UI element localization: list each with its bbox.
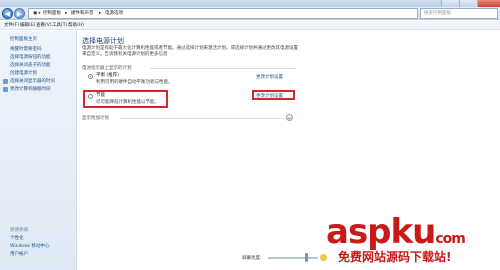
see-also-user-accounts[interactable]: 用户帐户 xyxy=(10,252,28,258)
sidebar-link-display-off[interactable]: 选择关闭显示器的时间 xyxy=(10,79,55,85)
breadcrumb-power-options[interactable]: 电源选项 xyxy=(105,10,123,17)
sidebar-link-lid-close[interactable]: 选择关闭盖子的功能 xyxy=(10,63,51,69)
control-panel-icon: ▣ ▸ xyxy=(33,11,41,16)
back-arrow-icon[interactable]: ◀ xyxy=(2,8,13,19)
search-input[interactable]: 搜索控制面板 xyxy=(420,8,498,19)
menu-bar: 文件(F) 编辑(E) 查看(V) 工具(T) 帮助(H) xyxy=(0,21,500,30)
see-also-heading: 另请参阅 xyxy=(10,228,28,233)
maximize-button[interactable] xyxy=(459,0,477,7)
menu-help[interactable]: 帮助(H) xyxy=(68,22,84,29)
menu-view[interactable]: 查看(V) xyxy=(36,22,52,29)
brightness-slider-thumb[interactable] xyxy=(305,253,308,262)
sidebar-link-require-password[interactable]: 唤醒时需要密码 xyxy=(10,47,42,53)
annotation-box-change-link xyxy=(252,90,295,100)
forward-arrow-icon[interactable]: ▶ xyxy=(14,8,25,19)
sidebar-link-create-plan[interactable]: 创建电源计划 xyxy=(10,71,37,77)
monitor-icon xyxy=(3,79,8,84)
breadcrumb-hardware-sound[interactable]: 硬件和声音 xyxy=(71,10,94,17)
close-button[interactable] xyxy=(477,0,500,7)
show-additional-plans[interactable]: 显示附加计划 xyxy=(82,115,109,121)
plan-balanced-change-link[interactable]: 更改计划设置 xyxy=(256,74,283,80)
moon-icon xyxy=(3,87,8,92)
breadcrumb-control-panel[interactable]: 控制面板 xyxy=(43,10,61,17)
annotation-box-plan xyxy=(83,90,168,108)
plans-group-label: 电池指示器上显示的计划 xyxy=(82,66,132,71)
window-title-bar xyxy=(0,0,500,7)
menu-edit[interactable]: 编辑(E) xyxy=(20,22,35,29)
more-plans-divider xyxy=(120,118,284,119)
plan-balanced-description: 利用可用的硬件自动平衡功耗与性能。 xyxy=(96,80,173,85)
see-also-personalization[interactable]: 个性化 xyxy=(10,236,24,242)
menu-tools[interactable]: 工具(T) xyxy=(52,22,67,29)
sidebar-link-power-button[interactable]: 选择电源按钮的功能 xyxy=(10,55,51,61)
menu-file[interactable]: 文件(F) xyxy=(4,22,19,29)
chevron-down-icon[interactable]: ⌄ xyxy=(286,114,293,121)
page-title: 选择电源计划 xyxy=(82,37,124,45)
intro-text-line-2: 来自定义。告诉我有关电源计划的更多信息 xyxy=(82,52,168,57)
group-divider xyxy=(150,68,295,69)
brightness-slider-track[interactable] xyxy=(268,257,318,259)
plan-balanced-name: 平衡 (推荐) xyxy=(96,73,119,78)
breadcrumb-separator: ▸ xyxy=(65,11,68,16)
minimize-button[interactable] xyxy=(441,0,459,7)
brightness-label: 屏幕亮度: xyxy=(242,256,262,261)
see-also-mobility-center[interactable]: Windows 移动中心 xyxy=(10,244,50,250)
sun-icon xyxy=(320,254,327,261)
sidebar-link-control-panel-home[interactable]: 控制面板主页 xyxy=(10,37,37,43)
address-bar[interactable]: ▣ ▸ 控制面板 ▸ 硬件和声音 ▸ 电源选项 xyxy=(28,8,418,19)
watermark-logo: aspkucom xyxy=(326,212,466,252)
sidebar: 控制面板主页 唤醒时需要密码 选择电源按钮的功能 选择关闭盖子的功能 创建电源计… xyxy=(0,31,77,270)
sidebar-link-sleep-time[interactable]: 更改计算机睡眠时间 xyxy=(10,87,51,93)
plan-balanced-radio[interactable] xyxy=(88,74,93,79)
breadcrumb-separator: ▸ xyxy=(99,11,102,16)
watermark-tagline: 免费网站源码下载站! xyxy=(338,250,452,264)
